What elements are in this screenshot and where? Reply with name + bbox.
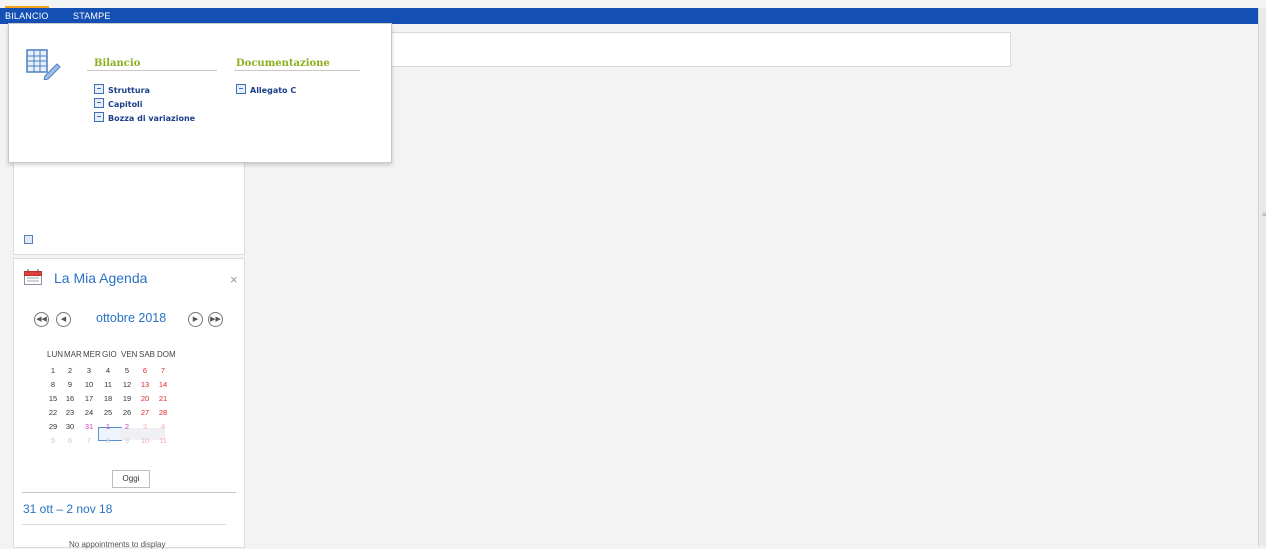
menu-item-struttura[interactable]: Struttura: [94, 84, 150, 95]
calendar-day[interactable]: 7: [81, 436, 97, 445]
tab-bilancio[interactable]: BILANCIO: [5, 6, 49, 24]
weekday-header: VEN: [121, 350, 138, 359]
calendar-day[interactable]: 21: [155, 394, 171, 403]
agenda-title: La Mia Agenda: [54, 270, 148, 286]
right-edge-panel: [1258, 8, 1266, 546]
section-heading-bilancio: Bilancio: [94, 58, 141, 69]
menu-entry-icon: [94, 112, 104, 122]
bilancio-dropdown-menu: Bilancio Struttura Capitoli Bozza di var…: [8, 23, 392, 163]
calendar-day[interactable]: 1: [100, 422, 116, 431]
menu-entry-icon: [94, 84, 104, 94]
calendar-day[interactable]: 2: [62, 366, 78, 375]
top-menubar: BILANCIO STAMPE: [0, 6, 1258, 24]
prev-month-button[interactable]: ◀: [56, 312, 71, 327]
calendar-day[interactable]: 18: [100, 394, 116, 403]
section-heading-documentazione: Documentazione: [236, 58, 330, 69]
tab-stampe[interactable]: STAMPE: [73, 8, 111, 24]
calendar-day[interactable]: 9: [119, 436, 135, 445]
menu-item-allegato-c[interactable]: Allegato C: [236, 84, 296, 95]
calendar-day[interactable]: 15: [45, 394, 61, 403]
divider: [234, 70, 360, 71]
calendar-day[interactable]: 13: [137, 380, 153, 389]
weekday-header: SAB: [139, 350, 156, 359]
calendar-day[interactable]: 7: [155, 366, 171, 375]
calendar-day[interactable]: 5: [119, 366, 135, 375]
agenda-widget: La Mia Agenda × ◀◀ ◀ ottobre 2018 ▶ ▶▶ L…: [13, 258, 245, 549]
menu-item-bozza-di-variazione[interactable]: Bozza di variazione: [94, 112, 195, 123]
calendar-day[interactable]: 27: [137, 408, 153, 417]
current-month-label[interactable]: ottobre 2018: [96, 311, 166, 325]
calendar-day[interactable]: 23: [62, 408, 78, 417]
no-appointments-message: No appointments to display: [69, 540, 166, 549]
weekday-header: MAR: [64, 350, 82, 359]
calendar-day[interactable]: 6: [62, 436, 78, 445]
calendar-day[interactable]: 1: [45, 366, 61, 375]
calendar-day[interactable]: 4: [100, 366, 116, 375]
calendar-day[interactable]: 3: [81, 366, 97, 375]
calendar-day[interactable]: 16: [62, 394, 78, 403]
divider: [22, 524, 226, 525]
calendar-day[interactable]: 19: [119, 394, 135, 403]
content-input-box[interactable]: [390, 32, 1011, 67]
calendar-day[interactable]: 14: [155, 380, 171, 389]
calendar-day[interactable]: 17: [81, 394, 97, 403]
menu-entry-icon: [236, 84, 246, 94]
calendar-day[interactable]: 10: [81, 380, 97, 389]
calendar-day[interactable]: 10: [137, 436, 153, 445]
calendar-day[interactable]: 8: [45, 380, 61, 389]
calendar-day[interactable]: 31: [81, 422, 97, 431]
spreadsheet-edit-icon: [26, 49, 61, 80]
divider: [22, 492, 236, 493]
calendar-day[interactable]: 26: [119, 408, 135, 417]
calendar-icon: [24, 269, 42, 285]
weekday-header: DOM: [157, 350, 176, 359]
weekday-header: LUN: [47, 350, 64, 359]
calendar-day[interactable]: 12: [119, 380, 135, 389]
calendar-day[interactable]: 2: [119, 422, 135, 431]
calendar-day[interactable]: 29: [45, 422, 61, 431]
calendar-day[interactable]: 9: [62, 380, 78, 389]
divider: [87, 70, 217, 71]
weekday-header: GIO: [102, 350, 117, 359]
calendar-day[interactable]: 22: [45, 408, 61, 417]
close-icon[interactable]: ×: [230, 272, 238, 287]
calendar-day[interactable]: 11: [100, 380, 116, 389]
calendar-day[interactable]: 5: [45, 436, 61, 445]
calendar-day[interactable]: 6: [137, 366, 153, 375]
menu-entry-icon: [94, 98, 104, 108]
calendar-day[interactable]: 28: [155, 408, 171, 417]
next-month-button[interactable]: ▶: [188, 312, 203, 327]
calendar-day[interactable]: 8: [100, 436, 116, 445]
left-widget-panel: [13, 150, 245, 255]
calendar-day[interactable]: 11: [155, 436, 171, 445]
calendar-day[interactable]: 24: [81, 408, 97, 417]
calendar-day[interactable]: 25: [100, 408, 116, 417]
calendar-day[interactable]: 30: [62, 422, 78, 431]
menu-item-capitoli[interactable]: Capitoli: [94, 98, 143, 109]
calendar-day[interactable]: 20: [137, 394, 153, 403]
calendar-day[interactable]: 4: [155, 422, 171, 431]
weekday-header: MER: [83, 350, 101, 359]
resize-grip-icon[interactable]: ≡: [1262, 210, 1266, 220]
today-button[interactable]: Oggi: [112, 470, 150, 488]
selected-date-range: 31 ott – 2 nov 18: [23, 502, 113, 516]
prev-year-button[interactable]: ◀◀: [34, 312, 49, 327]
calendar-day[interactable]: 3: [137, 422, 153, 431]
grid-icon[interactable]: [24, 235, 33, 244]
next-year-button[interactable]: ▶▶: [208, 312, 223, 327]
